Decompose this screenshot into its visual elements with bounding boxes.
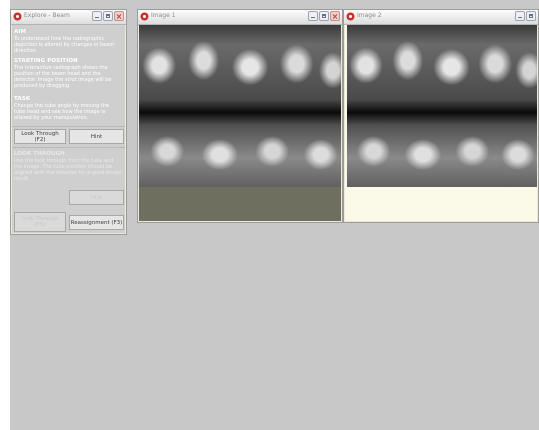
maximize-icon[interactable] — [319, 11, 329, 21]
image-2-titlebar[interactable]: Image 2 — [344, 10, 538, 25]
close-icon[interactable] — [330, 11, 340, 21]
reassignment-button[interactable]: Reassignment (F3) — [69, 215, 124, 230]
maximize-icon[interactable] — [526, 11, 536, 21]
image-window-2: Image 2 — [343, 9, 539, 223]
image-1-background — [139, 187, 341, 221]
look-through-heading: LOOK THROUGH — [14, 151, 65, 157]
explore-window-title: Explore - Beam — [24, 12, 70, 19]
image-2-title: Image 2 — [357, 12, 382, 19]
aim-heading: AIM — [14, 29, 27, 35]
divider — [12, 147, 125, 148]
task-text: Change the tube angle by moving the tube… — [14, 103, 110, 121]
image-2-background — [345, 187, 537, 221]
app-icon — [13, 12, 22, 21]
image-1-titlebar[interactable]: Image 1 — [138, 10, 342, 25]
look-through-text: Use the look through from the tube and t… — [14, 158, 122, 182]
look-through-button[interactable]: Look Through (F2) — [14, 129, 66, 144]
minimize-icon[interactable] — [515, 11, 525, 21]
radiograph-image-1[interactable] — [139, 25, 341, 187]
hint-button-2[interactable]: Hint — [69, 190, 124, 205]
close-icon[interactable] — [114, 11, 124, 21]
minimize-icon[interactable] — [92, 11, 102, 21]
aim-text: To understand how the radiographic depic… — [14, 36, 115, 54]
minimize-icon[interactable] — [308, 11, 318, 21]
image-window-1: Image 1 — [137, 9, 343, 223]
maximize-icon[interactable] — [103, 11, 113, 21]
explore-window: Explore - Beam AIM To understand how the… — [10, 9, 127, 235]
starting-position-text: The interactive radiograph shows the pos… — [14, 65, 112, 89]
explore-panel: AIM To understand how the radiographic d… — [12, 25, 125, 233]
image-1-title: Image 1 — [151, 12, 176, 19]
app-icon — [140, 12, 149, 21]
radiograph-image-2[interactable] — [347, 25, 537, 187]
explore-titlebar[interactable]: Explore - Beam — [11, 10, 126, 25]
starting-position-heading: STARTING POSITION — [14, 58, 78, 64]
task-heading: TASK — [14, 96, 31, 102]
divider — [12, 126, 125, 127]
app-icon — [346, 12, 355, 21]
hint-button[interactable]: Hint — [69, 129, 124, 144]
look-through-command-button[interactable]: Look Through (F5) — [14, 212, 66, 232]
